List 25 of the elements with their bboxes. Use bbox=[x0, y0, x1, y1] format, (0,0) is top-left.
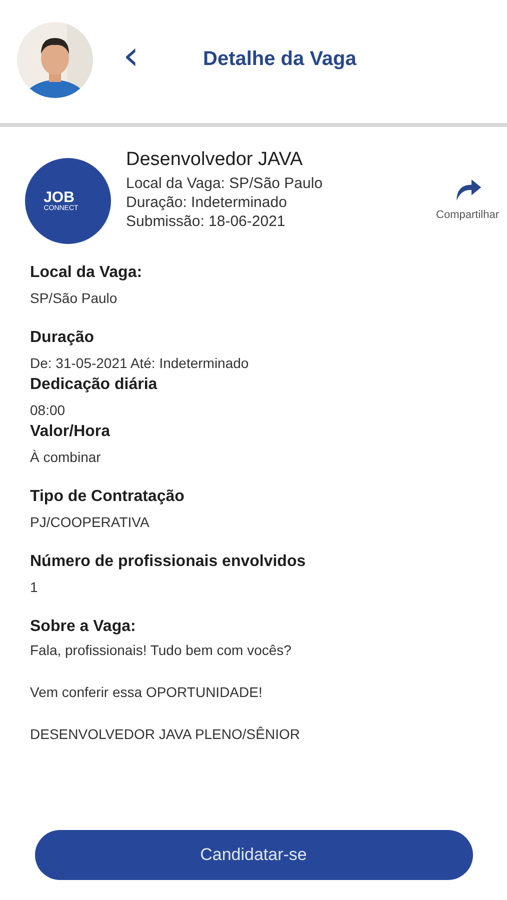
detail-label: Número de profissionais envolvidos bbox=[30, 552, 307, 572]
description-paragraph: DESENVOLVEDOR JAVA PLENO/SÊNIOR bbox=[30, 725, 301, 743]
share-arrow-icon bbox=[454, 177, 482, 203]
detail-value: SP/São Paulo bbox=[30, 289, 118, 307]
back-button[interactable]: ‹ bbox=[119, 36, 143, 76]
detail-value: De: 31-05-2021 Até: Indeterminado bbox=[30, 354, 250, 372]
page-title: Detalhe da Vaga bbox=[203, 48, 356, 71]
detail-value: À combinar bbox=[30, 448, 102, 466]
description-paragraph: Vem conferir essa OPORTUNIDADE! bbox=[30, 683, 264, 701]
apply-button[interactable]: Candidatar-se bbox=[34, 830, 472, 880]
detail-label: Local da Vaga: bbox=[30, 263, 144, 283]
job-summary-line: Submissão: 18-06-2021 bbox=[126, 212, 286, 231]
detail-value: 08:00 bbox=[30, 401, 66, 419]
detail-value: PJ/COOPERATIVA bbox=[30, 513, 150, 531]
detail-value: 1 bbox=[30, 578, 39, 596]
job-summary-line: Duração: Indeterminado bbox=[126, 193, 288, 212]
description-paragraph: Fala, profissionais! Tudo bem com vocês? bbox=[30, 641, 292, 659]
detail-label: Duração bbox=[30, 328, 96, 348]
detail-label: Tipo de Contratação bbox=[30, 487, 186, 507]
detail-label: Valor/Hora bbox=[30, 422, 112, 442]
detail-label: Dedicação diária bbox=[30, 375, 158, 395]
share-button[interactable]: Compartilhar bbox=[436, 177, 499, 221]
job-summary-line: Local da Vaga: SP/São Paulo bbox=[126, 174, 324, 193]
detail-label: Sobre a Vaga: bbox=[30, 617, 137, 637]
job-title: Desenvolvedor JAVA bbox=[126, 149, 304, 171]
